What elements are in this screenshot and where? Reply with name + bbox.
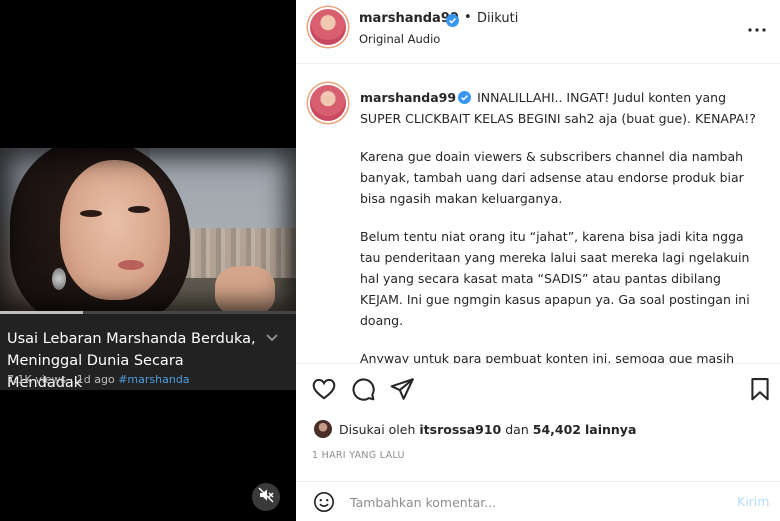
comment-input[interactable]: [350, 492, 720, 512]
video-player[interactable]: Usai Lebaran Marshanda Berduka, Meningga…: [0, 0, 296, 521]
post-timestamp[interactable]: 1 HARI YANG LALU: [312, 450, 405, 461]
caption-username[interactable]: marshanda99: [360, 90, 456, 105]
thumbnail-vignette: [0, 148, 296, 313]
comment-bar: Kirim: [296, 481, 780, 521]
post-comment-button[interactable]: Kirim: [737, 494, 769, 509]
likes-conjunction: dan: [505, 422, 529, 437]
post-header: marshanda99 • Diikuti Original Audio: [296, 0, 780, 64]
caption-paragraph: Karena gue doain viewers & subscribers c…: [360, 149, 744, 206]
action-bar: [296, 363, 780, 411]
caption-text: marshanda99 INNALILLAHI.. INGAT! Judul k…: [360, 87, 760, 363]
liker-avatar[interactable]: [314, 420, 332, 438]
verified-badge-icon: [446, 12, 459, 27]
heart-icon[interactable]: [311, 376, 337, 402]
video-views: 7.1K views: [7, 373, 67, 386]
caption-scroll-area[interactable]: marshanda99 INNALILLAHI.. INGAT! Judul k…: [296, 65, 780, 363]
verified-badge-icon: [458, 89, 472, 104]
original-audio-link[interactable]: Original Audio: [359, 32, 440, 46]
avatar[interactable]: [310, 9, 346, 45]
video-thumbnail[interactable]: [0, 148, 296, 313]
more-icon[interactable]: [748, 16, 766, 37]
share-icon[interactable]: [389, 376, 415, 402]
video-meta: 7.1K views · 1d ago #marshanda: [7, 373, 190, 386]
caption-lead: marshanda99 INNALILLAHI.. INGAT! Judul k…: [360, 87, 760, 129]
mute-button[interactable]: [252, 483, 280, 511]
video-meta-separator: ·: [69, 373, 74, 386]
header-dot: •: [464, 10, 472, 25]
video-hashtag[interactable]: #marshanda: [118, 373, 189, 386]
comment-icon[interactable]: [350, 376, 376, 402]
chevron-down-icon[interactable]: [266, 330, 278, 346]
likes-count[interactable]: 54,402: [533, 422, 581, 437]
video-info-card[interactable]: Usai Lebaran Marshanda Berduka, Meningga…: [0, 314, 296, 391]
header-username[interactable]: marshanda99: [359, 11, 459, 26]
video-age: 1d ago: [76, 373, 115, 386]
emoji-icon[interactable]: [313, 491, 335, 513]
mute-icon: [258, 487, 274, 507]
likes-suffix[interactable]: lainnya: [585, 422, 636, 437]
liker-username[interactable]: itsrossa910: [419, 422, 501, 437]
likes-text[interactable]: Disukai oleh itsrossa910 dan 54,402 lain…: [339, 422, 636, 437]
likes-row: Disukai oleh itsrossa910 dan 54,402 lain…: [296, 417, 780, 441]
caption-paragraph: Anyway untuk para pembuat konten ini, se…: [360, 351, 735, 363]
follow-status-button[interactable]: Diikuti: [477, 11, 518, 26]
bookmark-icon[interactable]: [747, 376, 773, 402]
caption-paragraph: Belum tentu niat orang itu “jahat”, kare…: [360, 229, 750, 328]
caption-avatar[interactable]: [310, 85, 346, 121]
likes-prefix: Disukai oleh: [339, 422, 416, 437]
